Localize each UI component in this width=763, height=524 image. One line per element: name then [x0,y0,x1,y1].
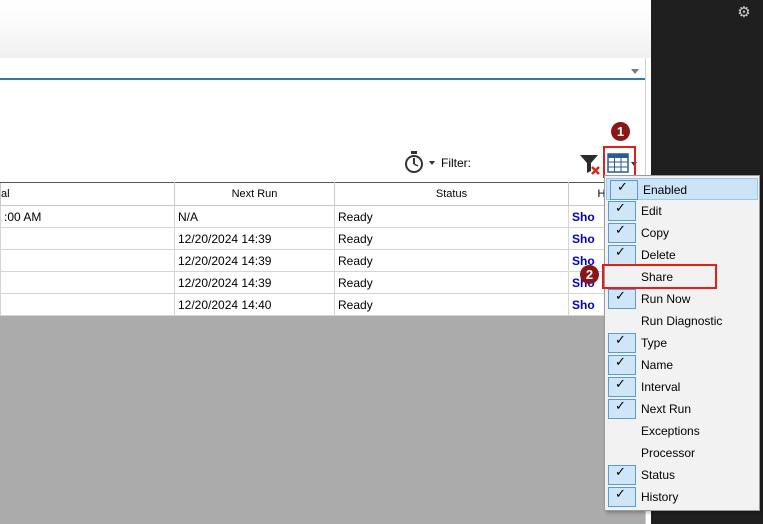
grid-header-row: al Next Run Status Hist [0,182,646,206]
cell-next-run: 12/20/2024 14:39 [174,227,335,250]
timer-dropdown-caret[interactable] [429,161,435,165]
cell-status: Ready [334,249,569,272]
menu-item-name[interactable]: ✓ Name [605,354,759,376]
cell-status: Ready [334,271,569,294]
menu-item-label: Run Now [641,292,691,306]
window-top-area [0,0,651,58]
scheduler-grid: al Next Run Status Hist :00 AM N/A Ready… [0,182,646,316]
menu-item-edit[interactable]: ✓ Edit [605,200,759,222]
menu-item-label: Name [641,358,674,372]
check-icon: ✓ [608,288,636,309]
filter-input[interactable] [474,149,576,175]
table-row[interactable]: 12/20/2024 14:39 Ready Sho [0,249,646,272]
cell-interval [0,293,175,316]
cell-interval [0,271,175,294]
gear-icon[interactable]: ⚙ [736,5,752,21]
column-header-next-run[interactable]: Next Run [174,182,335,206]
column-header-status[interactable]: Status [334,182,569,206]
menu-item-label: Interval [641,380,681,394]
menu-item-status[interactable]: ✓ Status [605,464,759,486]
menu-item-label: Share [641,270,674,284]
cell-next-run: 12/20/2024 14:40 [174,293,335,316]
check-icon: ✓ [608,376,636,397]
menu-item-label: Copy [641,226,670,240]
grid-columns-icon[interactable] [607,153,629,173]
menu-item-label: Enabled [643,183,688,197]
menu-item-history[interactable]: ✓ History [605,486,759,508]
callout-1: 1 [611,122,630,141]
check-icon: ✓ [608,398,636,419]
menu-item-label: Processor [641,446,696,460]
check-icon: ✓ [608,222,636,243]
check-icon: ✓ [608,244,636,265]
menu-item-copy[interactable]: ✓ Copy [605,222,759,244]
cell-next-run: 12/20/2024 14:39 [174,271,335,294]
menu-item-share[interactable]: Share [605,266,759,288]
cell-interval [0,227,175,250]
menu-item-label: Next Run [641,402,692,416]
menu-item-label: Delete [641,248,676,262]
menu-item-interval[interactable]: ✓ Interval [605,376,759,398]
check-icon: ✓ [608,486,636,507]
menu-item-label: Exceptions [641,424,700,438]
columns-dropdown-caret[interactable] [631,162,637,166]
cell-status: Ready [334,293,569,316]
table-row[interactable]: 12/20/2024 14:39 Ready Sho [0,271,646,294]
menu-item-run-now[interactable]: ✓ Run Now [605,288,759,310]
menu-item-next-run[interactable]: ✓ Next Run [605,398,759,420]
menu-item-label: Edit [641,204,662,218]
check-icon: ✓ [610,179,638,200]
column-chooser-menu: ✓ Enabled ✓ Edit ✓ Copy ✓ Delete Share ✓… [604,175,760,511]
funnel-clear-icon[interactable] [579,153,601,175]
menu-item-run-diagnostic[interactable]: Run Diagnostic [605,310,759,332]
chevron-down-icon[interactable] [631,69,639,74]
check-icon: ✓ [608,464,636,485]
cell-status: Ready [334,227,569,250]
menu-item-label: Status [641,468,676,482]
stopwatch-icon[interactable] [403,150,425,174]
check-icon: ✓ [608,200,636,221]
menu-item-enabled[interactable]: ✓ Enabled [606,178,758,200]
table-row[interactable]: 12/20/2024 14:39 Ready Sho [0,227,646,250]
menu-item-type[interactable]: ✓ Type [605,332,759,354]
table-row[interactable]: :00 AM N/A Ready Sho [0,205,646,228]
check-icon: ✓ [608,354,636,375]
menu-item-delete[interactable]: ✓ Delete [605,244,759,266]
cell-status: Ready [334,205,569,228]
menu-item-label: History [641,490,679,504]
cell-next-run: N/A [174,205,335,228]
check-icon: ✓ [608,332,636,353]
callout-2: 2 [580,265,599,284]
filter-label: Filter: [441,156,471,170]
menu-item-label: Type [641,336,668,350]
table-row[interactable]: 12/20/2024 14:40 Ready Sho [0,293,646,316]
menu-item-processor[interactable]: Processor [605,442,759,464]
menu-item-label: Run Diagnostic [641,314,723,328]
cell-next-run: 12/20/2024 14:39 [174,249,335,272]
cell-interval [0,249,175,272]
column-header-interval[interactable]: al [0,182,175,206]
menu-item-exceptions[interactable]: Exceptions [605,420,759,442]
tab-strip [0,64,645,80]
cell-interval: :00 AM [0,205,175,228]
